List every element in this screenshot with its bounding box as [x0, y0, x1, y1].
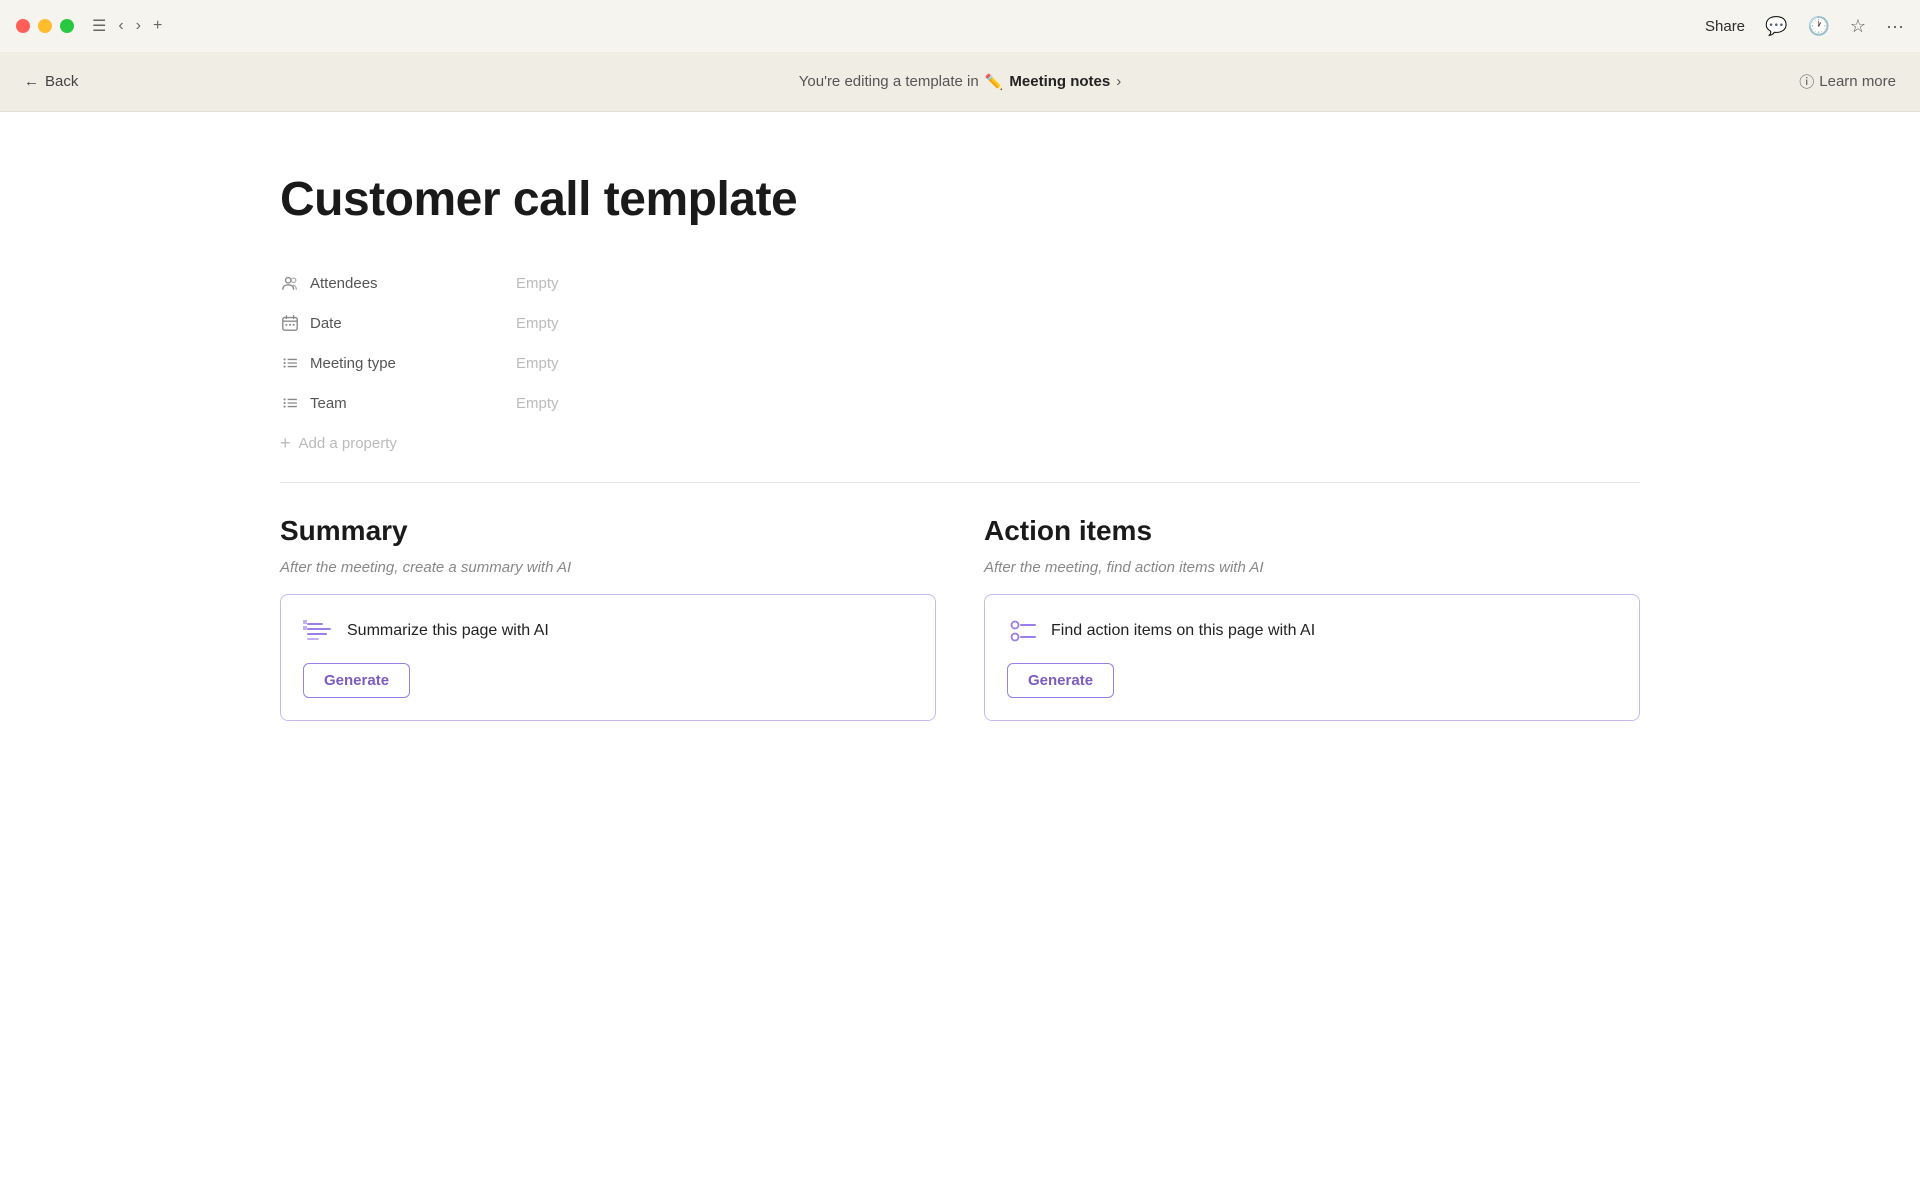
summary-title: Summary	[280, 515, 936, 547]
meeting-type-value: Empty	[516, 355, 559, 372]
back-label: Back	[45, 73, 78, 90]
attendees-label: Attendees	[280, 273, 500, 293]
notebook-emoji: ✏️	[985, 73, 1004, 91]
caret-icon: ›	[1116, 73, 1121, 90]
summary-subtitle: After the meeting, create a summary with…	[280, 559, 936, 576]
people-icon	[280, 273, 300, 293]
action-items-subtitle: After the meeting, find action items wit…	[984, 559, 1640, 576]
notebook-name: Meeting notes	[1009, 73, 1110, 90]
banner-center: You're editing a template in ✏️ Meeting …	[799, 73, 1121, 91]
property-attendees[interactable]: Attendees Empty	[280, 263, 1640, 303]
forward-icon[interactable]: ›	[136, 17, 141, 35]
close-button[interactable]	[16, 19, 30, 33]
two-column-section: Summary After the meeting, create a summ…	[280, 515, 1640, 721]
attendees-value: Empty	[516, 275, 559, 292]
back-button[interactable]: ← Back	[24, 73, 78, 90]
comments-icon[interactable]: 💬	[1765, 16, 1787, 37]
team-text: Team	[310, 395, 347, 412]
action-items-generate-button[interactable]: Generate	[1007, 663, 1114, 698]
date-text: Date	[310, 315, 342, 332]
minimize-button[interactable]	[38, 19, 52, 33]
action-items-card-header: Find action items on this page with AI	[1007, 615, 1617, 647]
favorite-icon[interactable]: ☆	[1850, 16, 1866, 37]
date-value: Empty	[516, 315, 559, 332]
summary-generate-button[interactable]: Generate	[303, 663, 410, 698]
history-icon[interactable]: 🕐	[1807, 16, 1829, 37]
summary-ai-card: Summarize this page with AI Generate	[280, 594, 936, 721]
action-items-section: Action items After the meeting, find act…	[984, 515, 1640, 721]
main-content: Customer call template Attendees Empty	[0, 112, 1920, 1200]
date-label: Date	[280, 313, 500, 333]
action-items-icon	[1007, 615, 1039, 647]
summary-section: Summary After the meeting, create a summ…	[280, 515, 936, 721]
titlebar-right: Share 💬 🕐 ☆ ···	[1705, 16, 1904, 37]
team-label: Team	[280, 393, 500, 413]
property-meeting-type[interactable]: Meeting type Empty	[280, 343, 1640, 383]
attendees-text: Attendees	[310, 275, 378, 292]
calendar-icon	[280, 313, 300, 333]
list-icon-meeting-type	[280, 353, 300, 373]
properties-list: Attendees Empty Date Empt	[280, 263, 1640, 458]
list-icon-team	[280, 393, 300, 413]
traffic-lights	[16, 19, 74, 33]
page-title: Customer call template	[280, 172, 1640, 227]
summarize-icon	[303, 615, 335, 647]
back-icon[interactable]: ‹	[118, 17, 123, 35]
more-options-icon[interactable]: ···	[1886, 16, 1904, 37]
zoom-button[interactable]	[60, 19, 74, 33]
meeting-type-label: Meeting type	[280, 353, 500, 373]
section-divider	[280, 482, 1640, 483]
meeting-type-text: Meeting type	[310, 355, 396, 372]
share-button[interactable]: Share	[1705, 18, 1745, 35]
new-tab-icon[interactable]: +	[153, 17, 162, 35]
action-items-title: Action items	[984, 515, 1640, 547]
banner: ← Back You're editing a template in ✏️ M…	[0, 52, 1920, 112]
learn-more-button[interactable]: ⓘ Learn more	[1799, 71, 1896, 92]
learn-more-label: Learn more	[1819, 73, 1896, 90]
editing-prefix: You're editing a template in	[799, 73, 979, 90]
action-items-card-title: Find action items on this page with AI	[1051, 622, 1315, 640]
add-property-button[interactable]: + Add a property	[280, 429, 1640, 458]
team-value: Empty	[516, 395, 559, 412]
summary-card-header: Summarize this page with AI	[303, 615, 913, 647]
hamburger-icon[interactable]: ☰	[92, 16, 106, 36]
property-team[interactable]: Team Empty	[280, 383, 1640, 423]
titlebar-controls: ☰ ‹ › +	[92, 16, 162, 36]
help-circle-icon: ⓘ	[1799, 71, 1814, 92]
add-property-label: Add a property	[299, 435, 397, 452]
summary-card-title: Summarize this page with AI	[347, 622, 549, 640]
plus-icon: +	[280, 433, 291, 454]
property-date[interactable]: Date Empty	[280, 303, 1640, 343]
back-arrow-icon: ←	[24, 73, 39, 90]
action-items-ai-card: Find action items on this page with AI G…	[984, 594, 1640, 721]
titlebar: ☰ ‹ › + Share 💬 🕐 ☆ ···	[0, 0, 1920, 52]
